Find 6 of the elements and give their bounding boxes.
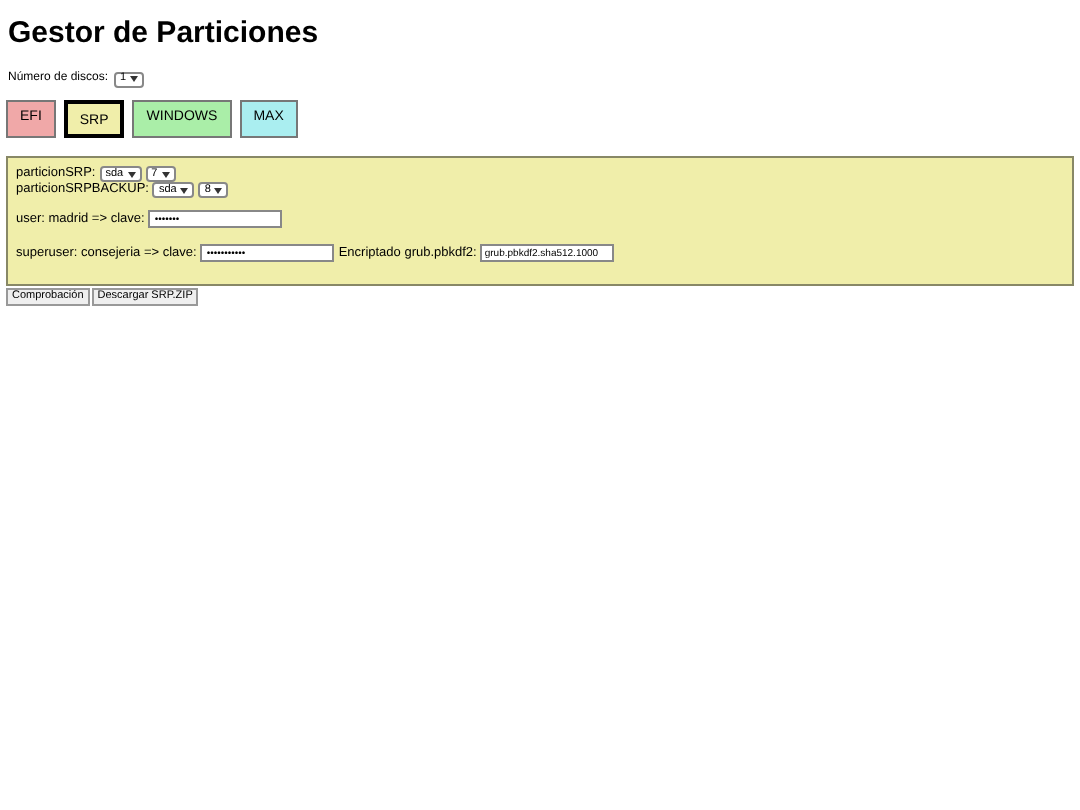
caret-icon — [214, 187, 223, 193]
caret-icon — [130, 76, 139, 82]
caret-icon — [161, 171, 170, 177]
caret-icon — [127, 171, 136, 177]
caret-icon — [180, 187, 189, 193]
page-title: Gestor de Particiones — [6, 14, 321, 52]
